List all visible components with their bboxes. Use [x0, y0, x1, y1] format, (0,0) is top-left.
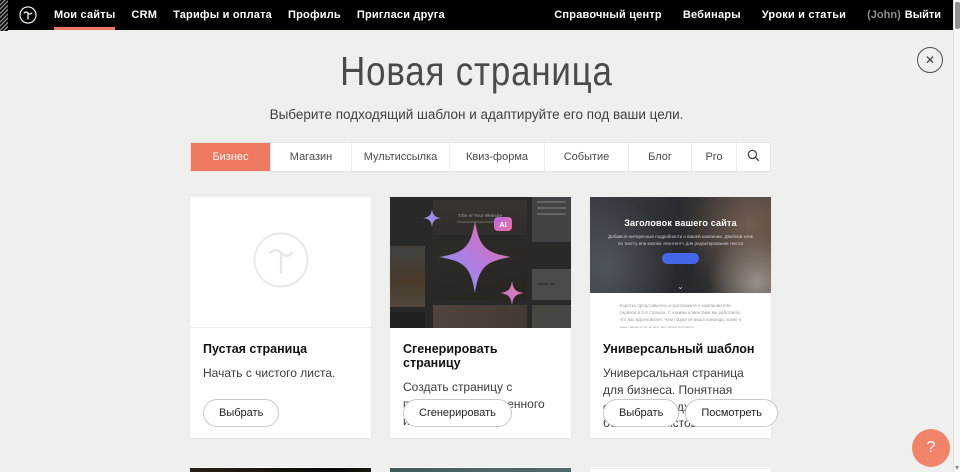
nav-item-help-center[interactable]: Справочный центр — [554, 9, 662, 21]
tilda-watermark-icon — [253, 232, 309, 293]
card-body: Сгенерировать страницу Создать страницу … — [390, 328, 571, 438]
nav-item-my-sites[interactable]: Мои сайты — [54, 9, 115, 21]
ai-sparkle-small-icon — [500, 281, 524, 305]
template-card-universal: Заголовок вашего сайта Добавьте интересн… — [590, 197, 771, 438]
page-subtitle: Выберите подходящий шаблон и адаптируйте… — [0, 107, 953, 122]
preview-button[interactable]: Посмотреть — [685, 399, 778, 427]
template-paragraph-block: Коротко представьтесь и расскажите о ком… — [590, 293, 771, 328]
template-card-peek — [590, 467, 771, 472]
nav-item-tariffs[interactable]: Тарифы и оплата — [173, 9, 272, 21]
card-title: Пустая страница — [203, 342, 358, 356]
nav-item-crm[interactable]: CRM — [131, 9, 157, 21]
top-navbar: Мои сайты CRM Тарифы и оплата Профиль Пр… — [8, 0, 953, 30]
help-button[interactable]: ? — [912, 429, 950, 467]
user-name: (John) — [867, 9, 901, 21]
nav-item-profile[interactable]: Профиль — [288, 9, 341, 21]
scrollbar-down-arrow-icon[interactable] — [955, 466, 959, 470]
card-actions: Выбрать Посмотреть — [603, 399, 778, 427]
tab-pro[interactable]: Pro — [691, 143, 736, 171]
question-mark-icon: ? — [927, 439, 936, 457]
card-body: Пустая страница Начать с чистого листа. … — [190, 328, 371, 438]
card-body: Универсальный шаблон Универсальная стран… — [590, 328, 771, 438]
card-actions: Сгенерировать — [403, 399, 512, 427]
nav-item-invite-friend[interactable]: Пригласи друга — [357, 9, 445, 21]
tab-multilink[interactable]: Мультиссылка — [351, 143, 449, 171]
scrollbar-thumb[interactable] — [955, 2, 960, 29]
template-hero-subtext: Добавьте интересные подробности о вашей … — [608, 234, 753, 248]
card-description: Начать с чистого листа. — [203, 365, 358, 382]
universal-template-preview: Заголовок вашего сайта Добавьте интересн… — [590, 197, 771, 328]
template-card-blank-page: Пустая страница Начать с чистого листа. … — [190, 197, 371, 438]
search-icon — [747, 149, 760, 165]
template-card-peek — [190, 467, 371, 472]
card-title: Сгенерировать страницу — [403, 342, 558, 370]
tab-blog[interactable]: Блог — [628, 143, 691, 171]
chevron-down-icon: ⌄ — [590, 283, 771, 291]
page-title: Новая страница — [340, 48, 613, 95]
template-card-peek — [390, 467, 571, 472]
navbar-right-group: Справочный центр Вебинары Уроки и статьи… — [533, 9, 953, 21]
template-paragraph-text: Коротко представьтесь и расскажите о ком… — [620, 302, 742, 328]
card-actions: Выбрать — [203, 399, 279, 427]
template-hero-cta-button — [662, 253, 699, 264]
select-button[interactable]: Выбрать — [203, 399, 279, 427]
tab-business[interactable]: Бизнес — [191, 143, 270, 171]
tab-event[interactable]: Событие — [544, 143, 628, 171]
logout-link[interactable]: Выйти — [905, 9, 941, 21]
ai-badge: AI — [494, 217, 512, 231]
tab-search[interactable] — [736, 143, 770, 171]
desktop-pattern-strip — [0, 0, 8, 31]
blank-page-preview — [190, 197, 371, 328]
ai-generate-preview: Title of Your Website About us — [390, 197, 571, 328]
tab-shop[interactable]: Магазин — [270, 143, 351, 171]
tab-quiz-form[interactable]: Квиз-форма — [449, 143, 544, 171]
template-hero-headline: Заголовок вашего сайта — [590, 218, 771, 228]
nav-item-webinars[interactable]: Вебинары — [683, 9, 741, 21]
select-button[interactable]: Выбрать — [603, 399, 679, 427]
page-title-wrap: Новая страница — [0, 48, 953, 95]
vertical-scrollbar[interactable] — [953, 0, 960, 472]
tilda-logo-icon[interactable] — [19, 6, 37, 24]
template-category-tabs: Бизнес Магазин Мультиссылка Квиз-форма С… — [190, 142, 771, 172]
generate-button[interactable]: Сгенерировать — [403, 399, 512, 427]
nav-item-lessons[interactable]: Уроки и статьи — [762, 9, 846, 21]
card-title: Универсальный шаблон — [603, 342, 758, 356]
template-hero-image: Заголовок вашего сайта Добавьте интересн… — [590, 197, 771, 293]
ai-sparkle-small-icon — [423, 209, 441, 227]
template-card-ai-generate: Title of Your Website About us — [390, 197, 571, 438]
